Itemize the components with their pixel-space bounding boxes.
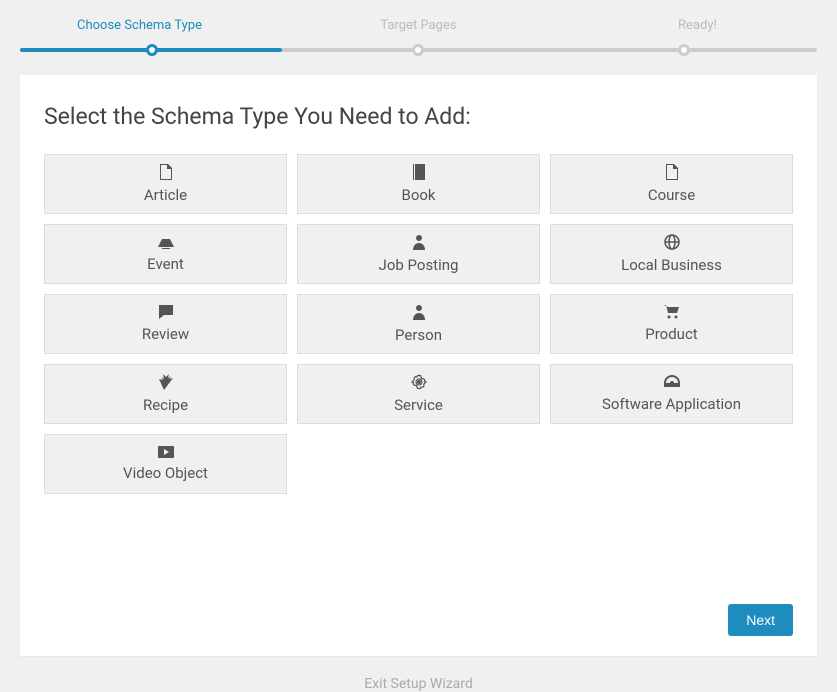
schema-card-label: Article	[144, 186, 187, 204]
schema-card-software-application[interactable]: Software Application	[550, 364, 793, 424]
user-icon	[413, 304, 425, 326]
schema-card-local-business[interactable]: Local Business	[550, 224, 793, 284]
schema-card-label: Software Application	[602, 395, 741, 413]
panel-footer: Next	[44, 604, 793, 636]
schema-card-job-posting[interactable]: Job Posting	[297, 224, 540, 284]
globe-icon	[664, 234, 680, 256]
panel-heading: Select the Schema Type You Need to Add:	[44, 103, 793, 130]
wizard-panel: Select the Schema Type You Need to Add: …	[20, 75, 817, 656]
schema-card-book[interactable]: Book	[297, 154, 540, 214]
file-icon	[159, 164, 173, 186]
schema-card-label: Recipe	[143, 396, 188, 414]
schema-card-course[interactable]: Course	[550, 154, 793, 214]
step-choose-schema[interactable]: Choose Schema Type	[0, 18, 279, 51]
schema-card-review[interactable]: Review	[44, 294, 287, 354]
event-icon	[158, 235, 174, 255]
schema-card-recipe[interactable]: Recipe	[44, 364, 287, 424]
schema-card-label: Job Posting	[379, 256, 459, 274]
wizard-steps: Choose Schema Type Target Pages Ready!	[0, 0, 837, 51]
next-button[interactable]: Next	[728, 604, 793, 636]
step-dot-2	[412, 44, 424, 56]
book-icon	[412, 164, 426, 186]
dashboard-icon	[664, 375, 680, 395]
play-icon	[158, 446, 174, 464]
file-icon	[665, 164, 679, 186]
user-icon	[413, 234, 425, 256]
schema-card-label: Person	[395, 326, 442, 344]
schema-card-service[interactable]: Service	[297, 364, 540, 424]
step-dot-3	[678, 44, 690, 56]
schema-grid: Article Book Course Event Job Posting Local B…	[44, 154, 793, 494]
schema-card-label: Service	[394, 396, 443, 414]
comment-icon	[159, 305, 173, 325]
schema-card-product[interactable]: Product	[550, 294, 793, 354]
schema-card-person[interactable]: Person	[297, 294, 540, 354]
schema-card-label: Book	[401, 186, 435, 204]
step-dot-1	[146, 44, 158, 56]
schema-card-article[interactable]: Article	[44, 154, 287, 214]
step-ready[interactable]: Ready!	[558, 18, 837, 51]
schema-card-label: Event	[147, 255, 184, 273]
schema-card-label: Course	[648, 186, 695, 204]
schema-card-label: Review	[142, 325, 189, 343]
exit-wizard-link[interactable]: Exit Setup Wizard	[0, 676, 837, 692]
gear-icon	[411, 374, 427, 396]
schema-card-label: Local Business	[621, 256, 722, 274]
schema-card-label: Video Object	[123, 464, 208, 482]
schema-card-video-object[interactable]: Video Object	[44, 434, 287, 494]
carrot-icon	[159, 374, 173, 396]
cart-icon	[664, 305, 680, 325]
schema-card-event[interactable]: Event	[44, 224, 287, 284]
schema-card-label: Product	[645, 325, 697, 343]
